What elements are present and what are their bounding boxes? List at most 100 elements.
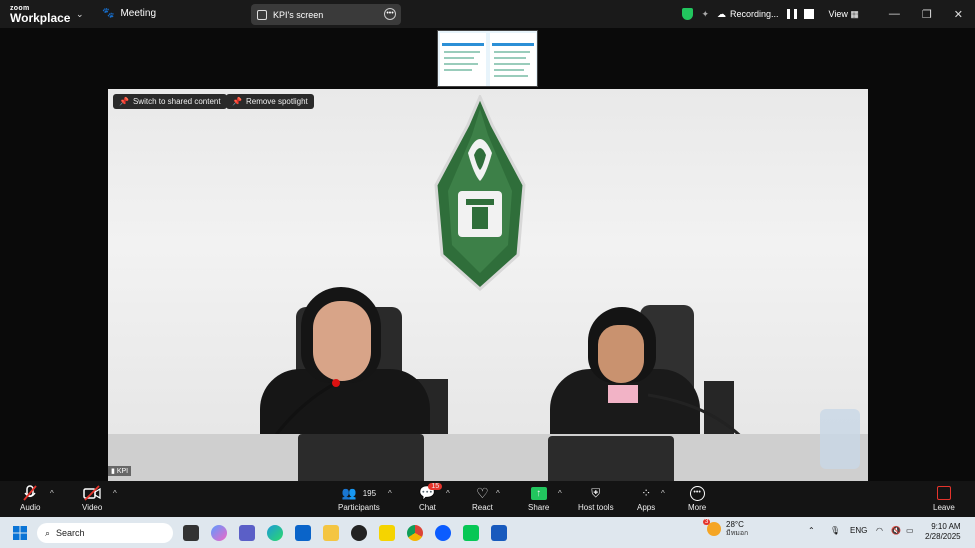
meeting-toolbar: Audio ^ Video ^ 👥 195 Participants ^ 💬 15 … (0, 481, 975, 517)
line-icon[interactable] (463, 525, 479, 541)
video-button[interactable]: Video (82, 483, 102, 512)
participants-options-caret[interactable]: ^ (388, 489, 392, 498)
chat-button[interactable]: 💬 15 Chat (419, 483, 443, 512)
switch-to-shared-content-button[interactable]: 📌 Switch to shared content (113, 94, 227, 109)
weather-condition: มีหมอก (726, 529, 749, 537)
dell-icon[interactable] (351, 525, 367, 541)
sticky-notes-icon[interactable] (379, 525, 395, 541)
sun-icon: 3 (703, 519, 721, 537)
share-label: Share (528, 503, 550, 512)
shared-content-thumbnail[interactable] (437, 30, 538, 87)
teams-icon[interactable] (239, 525, 255, 541)
chat-badge: 15 (428, 483, 443, 490)
share-options-caret[interactable]: ^ (558, 489, 562, 498)
video-off-icon (83, 485, 101, 501)
word-icon[interactable] (491, 525, 507, 541)
grid-icon: ▦ (850, 8, 859, 19)
spotlight-label: Remove spotlight (245, 97, 308, 106)
weather-widget[interactable]: 3 28°C มีหมอก (703, 519, 749, 537)
taskbar-search[interactable]: ⌕ Search (37, 523, 173, 543)
pin-icon: 📌 (119, 97, 129, 106)
speaker-left-face (313, 301, 371, 381)
more-button[interactable]: ••• More (688, 483, 706, 512)
more-options-icon[interactable]: ••• (384, 8, 396, 20)
battery-icon[interactable]: ▭ (906, 526, 914, 535)
participant-name-tag: ▮ KPI (108, 466, 132, 476)
mic-tray-icon[interactable]: 🎙 (830, 526, 840, 535)
speaker-right-face (598, 325, 644, 383)
share-arrow-icon: ↑ (530, 486, 547, 500)
remove-spotlight-button[interactable]: 📌 Remove spotlight (226, 94, 314, 109)
title-bar: zoom Workplace ⌄ 🐾 Meeting KPI's screen … (0, 0, 975, 28)
apps-options-caret[interactable]: ^ (661, 489, 665, 498)
clock[interactable]: 9:10 AM 2/28/2025 (925, 522, 961, 541)
view-label: View (828, 8, 848, 19)
edge-icon[interactable] (267, 525, 283, 541)
cloud-icon: ☁ (716, 8, 726, 19)
outlook-icon[interactable] (295, 525, 311, 541)
weather-temp: 28°C (726, 520, 744, 529)
stop-recording-button[interactable] (803, 9, 814, 19)
pause-recording-button[interactable] (786, 9, 800, 19)
task-view-icon[interactable] (183, 525, 199, 541)
view-menu[interactable]: View ▦ (829, 9, 859, 20)
clock-date: 2/28/2025 (925, 531, 961, 541)
apps-label: Apps (637, 503, 656, 512)
shield-icon: ⛨ (591, 485, 601, 500)
leave-label: Leave (933, 503, 955, 512)
recording-indicator: ☁ Recording... (717, 9, 779, 20)
pin-icon: 📌 (232, 97, 242, 106)
more-icon: ••• (689, 485, 705, 501)
chrome-icon[interactable] (407, 525, 423, 541)
audio-options-caret[interactable]: ^ (50, 489, 54, 498)
video-options-caret[interactable]: ^ (113, 489, 117, 498)
zoom-icon[interactable] (435, 525, 451, 541)
participants-button[interactable]: 👥 195 Participants (338, 483, 380, 512)
volume-muted-icon[interactable]: 🔇 (891, 526, 901, 535)
copilot-icon[interactable] (211, 525, 227, 541)
laptop-right (548, 436, 674, 481)
participants-icon: 👥 (341, 486, 357, 500)
host-tools-button[interactable]: ⛨ Host tools (578, 483, 614, 513)
weather-badge: 3 (703, 519, 711, 526)
meeting-menu[interactable]: 🐾 Meeting (102, 8, 156, 19)
leave-button[interactable]: Leave (933, 483, 955, 512)
react-options-caret[interactable]: ^ (496, 489, 500, 498)
recording-label: Recording... (729, 9, 779, 19)
more-label: More (688, 503, 707, 512)
encryption-shield-icon[interactable] (682, 8, 694, 20)
search-icon: ⌕ (45, 527, 51, 538)
close-icon[interactable]: ✕ (954, 8, 963, 21)
heart-icon: ♡ (476, 484, 489, 501)
wifi-icon[interactable]: ◠ (876, 526, 883, 535)
mic-muted-icon (23, 485, 37, 501)
participant-name: KPI (116, 468, 129, 475)
minimize-icon[interactable]: — (889, 8, 900, 21)
zoom-logo: zoom Workplace (10, 5, 70, 24)
windows-taskbar: ⌕ Search 3 28°C มีหมอก ⌃ 🎙 ENG ◠ 🔇 ▭ 9:1… (0, 517, 975, 548)
chevron-up-icon[interactable]: ⌃ (808, 526, 815, 535)
institution-emblem (434, 95, 526, 291)
file-explorer-icon[interactable] (323, 525, 339, 541)
participants-label: Participants (338, 503, 380, 512)
windows-start-icon[interactable] (12, 525, 28, 541)
audio-button[interactable]: Audio (20, 483, 40, 512)
language-indicator[interactable]: ENG (850, 526, 867, 535)
apps-button[interactable]: ⁘ Apps (637, 483, 655, 512)
switch-label: Switch to shared content (132, 97, 221, 106)
shared-screen-label: KPI's screen (273, 9, 324, 20)
brand-bottom: Workplace (10, 11, 71, 25)
chat-label: Chat (419, 503, 436, 512)
react-button[interactable]: ♡ React (472, 483, 493, 513)
participants-count: 195 (362, 488, 377, 498)
clock-time: 9:10 AM (931, 522, 961, 531)
restore-icon[interactable]: ❐ (922, 8, 932, 21)
share-button[interactable]: ↑ Share (528, 483, 549, 512)
speaker-right-neck (608, 385, 638, 403)
signal-icon: ▮ (111, 468, 115, 475)
video-label: Video (82, 503, 103, 512)
chevron-down-icon[interactable]: ⌄ (76, 9, 84, 20)
sparkle-icon[interactable]: ✦ (701, 9, 709, 20)
chat-options-caret[interactable]: ^ (446, 489, 450, 498)
shared-screen-pill[interactable]: KPI's screen ••• (251, 4, 401, 25)
